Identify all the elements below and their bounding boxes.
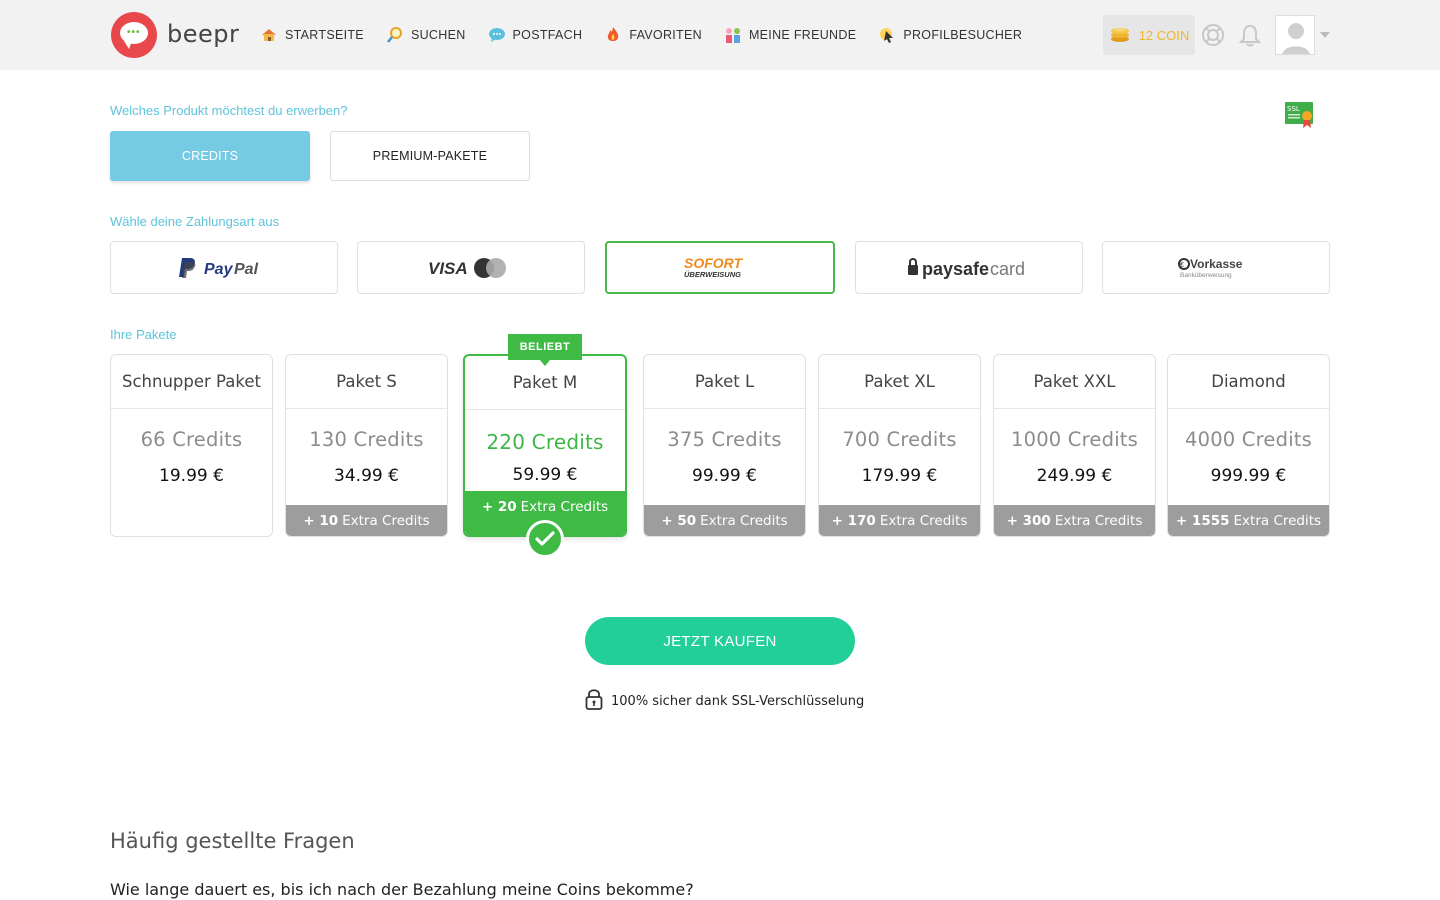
chevron-down-icon[interactable] <box>1320 32 1330 38</box>
nav-label: MEINE FREUNDE <box>748 28 857 42</box>
package-name: Paket S <box>286 355 447 409</box>
package-card-diamond[interactable]: Diamond 4000 Credits 999.99 € + 1555 Extr… <box>1167 354 1330 537</box>
svg-text:ÜBERWEISUNG: ÜBERWEISUNG <box>684 270 741 279</box>
faq-question[interactable]: Wie lange dauert es, bis ich nach der Be… <box>110 880 694 899</box>
chat-icon <box>488 26 506 44</box>
svg-text:paysafe: paysafe <box>922 259 989 279</box>
package-price: 179.99 € <box>861 466 938 486</box>
magnifier-icon <box>386 26 404 44</box>
svg-text:card: card <box>990 259 1025 279</box>
lock-icon <box>585 688 603 714</box>
package-name: Paket XL <box>819 355 980 409</box>
selected-check-icon <box>526 520 564 558</box>
svg-text:Banküberweisung: Banküberweisung <box>1180 272 1232 279</box>
support-lifebuoy-icon[interactable] <box>1200 22 1226 48</box>
paysafecard-logo-icon: paysafe card <box>908 257 1025 279</box>
visa-mastercard-logo-icon: VISA <box>428 257 506 278</box>
payment-visa-mastercard[interactable]: VISA <box>357 241 585 294</box>
svg-text:SSL: SSL <box>1287 105 1300 113</box>
premium-packages-tab-button[interactable]: PREMIUM-PAKETE <box>330 131 530 181</box>
nav-item-meine-freunde[interactable]: MEINE FREUNDE <box>724 26 856 44</box>
friends-icon <box>724 26 742 44</box>
packages-label: Ihre Pakete <box>110 327 177 342</box>
package-card-m[interactable]: Paket M 220 Credits 59.99 € + 20 Extra Cr… <box>463 354 627 537</box>
package-extra-credits: + 10 Extra Credits <box>286 505 447 536</box>
nav-item-favoriten[interactable]: FAVORITEN <box>604 26 702 44</box>
package-card-s[interactable]: Paket S 130 Credits 34.99 € + 10 Extra Cr… <box>285 354 448 537</box>
package-credits: 130 Credits <box>309 428 424 451</box>
package-name: Paket XXL <box>994 355 1155 409</box>
package-name: Schnupper Paket <box>111 355 272 409</box>
credits-tab-button[interactable]: CREDITS <box>110 131 310 181</box>
package-price: 59.99 € <box>512 465 578 485</box>
package-card-l[interactable]: Paket L 375 Credits 99.99 € + 50 Extra Cr… <box>643 354 806 537</box>
avatar[interactable] <box>1275 15 1315 55</box>
popular-badge: BELIEBT <box>508 334 582 366</box>
faq-title: Häufig gestellte Fragen <box>110 829 355 853</box>
package-credits: 4000 Credits <box>1184 428 1313 451</box>
package-credits: 700 Credits <box>842 428 957 451</box>
payment-paypal[interactable]: Pay Pal <box>110 241 338 294</box>
package-price: 99.99 € <box>692 466 757 486</box>
svg-text:SOFORT: SOFORT <box>684 255 744 271</box>
svg-text:VISA: VISA <box>428 259 468 278</box>
coin-stack-icon <box>1109 25 1131 46</box>
package-price: 249.99 € <box>1036 466 1113 486</box>
ssl-secure-note: 100% sicher dank SSL-Verschlüsselung <box>585 688 864 714</box>
package-price: 999.99 € <box>1210 466 1287 486</box>
coin-balance-button[interactable]: 12 COIN <box>1103 15 1195 55</box>
nav-item-suchen[interactable]: SUCHEN <box>386 26 466 44</box>
svg-text:Pay: Pay <box>204 261 234 278</box>
main-nav: STARTSEITE SUCHEN POSTFACH FAVORITEN MEI… <box>260 0 1044 70</box>
package-card-schnupper[interactable]: Schnupper Paket 66 Credits 19.99 € <box>110 354 273 537</box>
nav-label: STARTSEITE <box>285 28 364 42</box>
top-navigation-bar: ••• beepr STARTSEITE SUCHEN POSTFACH FAV <box>0 0 1440 70</box>
ssl-certificate-icon: SSL <box>1284 101 1316 129</box>
visitor-icon <box>878 26 896 44</box>
package-name: Paket L <box>644 355 805 409</box>
sofort-logo-icon: SOFORT ÜBERWEISUNG <box>684 255 744 279</box>
vorkasse-logo-icon: € Vorkasse Banküberweisung <box>1178 257 1243 279</box>
nav-item-postfach[interactable]: POSTFACH <box>488 26 583 44</box>
secure-text: 100% sicher dank SSL-Verschlüsselung <box>611 693 865 709</box>
package-price: 19.99 € <box>159 466 224 486</box>
bell-icon[interactable] <box>1237 22 1263 48</box>
payment-vorkasse[interactable]: € Vorkasse Banküberweisung <box>1102 241 1330 294</box>
svg-text:Vorkasse: Vorkasse <box>1190 257 1243 271</box>
package-extra-credits: + 1555 Extra Credits <box>1168 505 1329 536</box>
beepr-logo-icon[interactable]: ••• <box>111 12 157 58</box>
brand-name[interactable]: beepr <box>167 20 239 48</box>
nav-label: POSTFACH <box>512 28 583 42</box>
payment-paysafecard[interactable]: paysafe card <box>855 241 1083 294</box>
buy-now-button[interactable]: JETZT KAUFEN <box>585 617 855 665</box>
package-credits: 375 Credits <box>667 428 782 451</box>
package-extra-credits: + 50 Extra Credits <box>644 505 805 536</box>
svg-text:€: € <box>1180 262 1184 269</box>
package-card-xl[interactable]: Paket XL 700 Credits 179.99 € + 170 Extra… <box>818 354 981 537</box>
payment-method-label: Wähle deine Zahlungsart aus <box>110 214 280 229</box>
package-extra-credits: + 170 Extra Credits <box>819 505 980 536</box>
house-icon <box>260 26 278 44</box>
package-credits: 220 Credits <box>486 430 604 454</box>
nav-item-profilbesucher[interactable]: PROFILBESUCHER <box>878 26 1022 44</box>
package-price: 34.99 € <box>334 466 399 486</box>
nav-label: FAVORITEN <box>629 28 702 42</box>
package-name: Diamond <box>1168 355 1329 409</box>
payment-sofort[interactable]: SOFORT ÜBERWEISUNG <box>605 241 835 294</box>
nav-label: SUCHEN <box>410 28 466 42</box>
flame-icon <box>604 26 622 44</box>
nav-label: PROFILBESUCHER <box>903 28 1023 42</box>
package-card-xxl[interactable]: Paket XXL 1000 Credits 249.99 € + 300 Ext… <box>993 354 1156 537</box>
nav-item-startseite[interactable]: STARTSEITE <box>260 26 364 44</box>
coin-count: 12 COIN <box>1138 27 1190 43</box>
svg-text:Pal: Pal <box>234 261 259 278</box>
package-extra-credits: + 300 Extra Credits <box>994 505 1155 536</box>
package-credits: 66 Credits <box>140 428 243 451</box>
product-question-label: Welches Produkt möchtest du erwerben? <box>110 103 348 118</box>
package-credits: 1000 Credits <box>1010 428 1139 451</box>
paypal-logo-icon: Pay Pal <box>179 257 259 278</box>
